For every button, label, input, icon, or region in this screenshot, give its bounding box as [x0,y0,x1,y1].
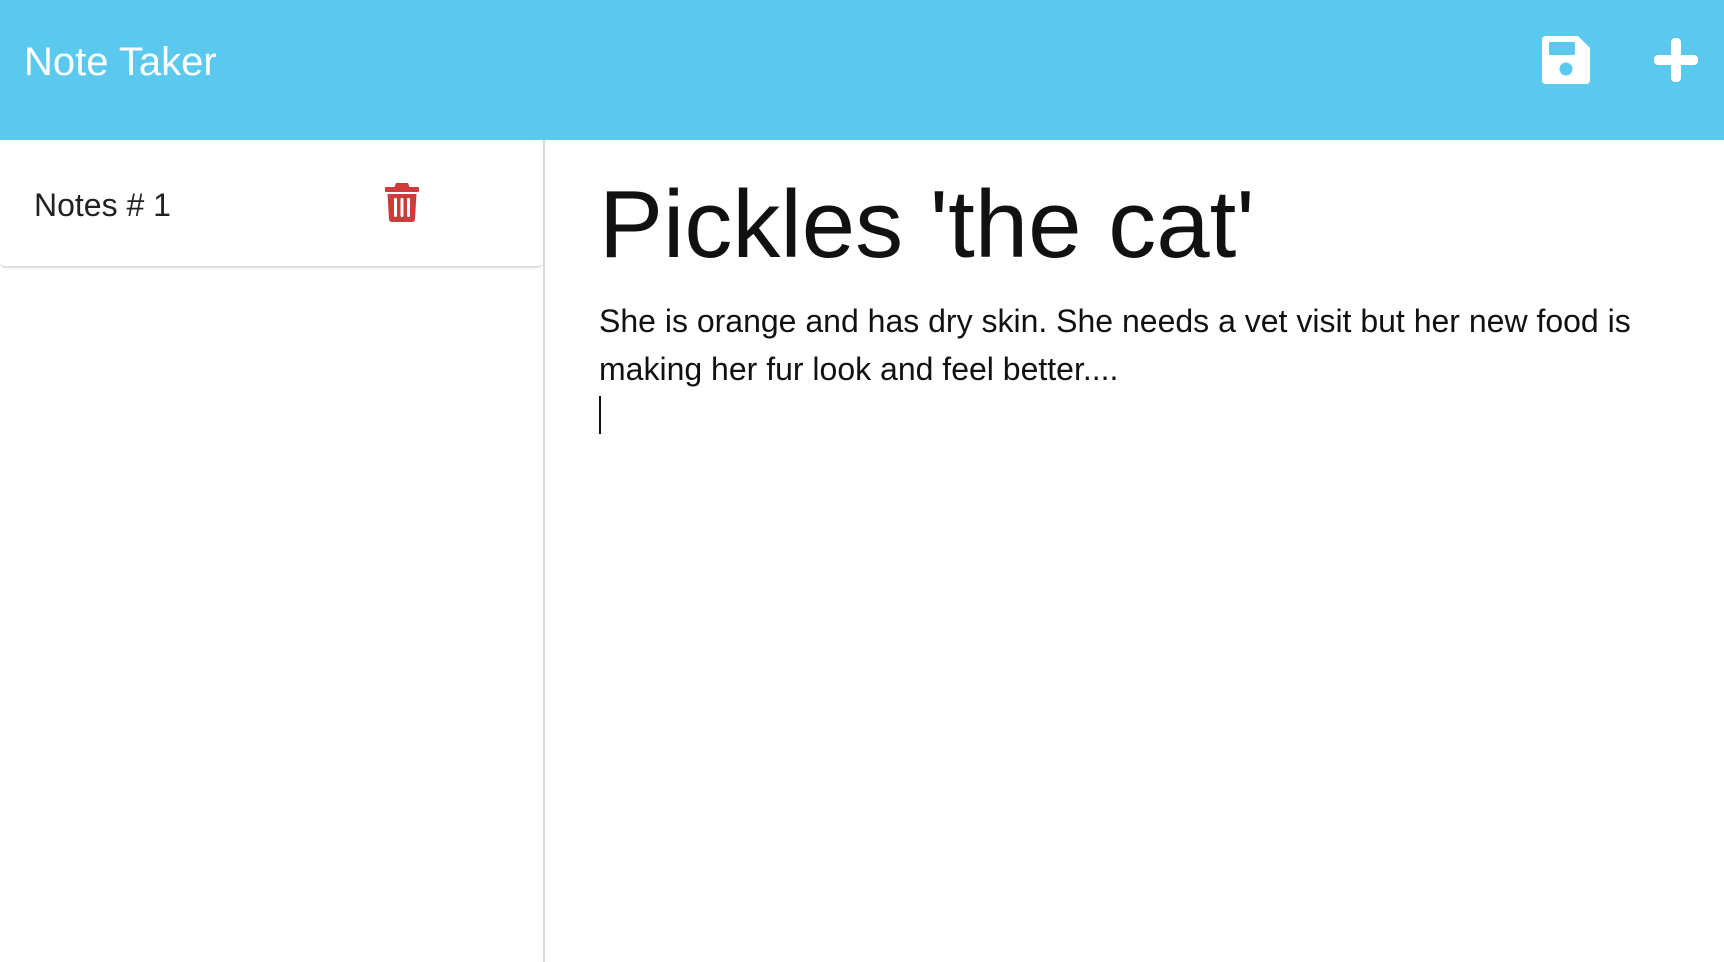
app-brand[interactable]: Note Taker [24,38,217,86]
note-title-input[interactable]: Pickles 'the cat' [599,170,1699,280]
save-note-button[interactable] [1538,32,1594,88]
note-editor: Pickles 'the cat' She is orange and has … [547,140,1724,962]
note-list-item[interactable]: Notes # 1 [0,140,543,268]
note-list-item-title[interactable]: Notes # 1 [34,185,171,225]
new-note-button[interactable] [1648,32,1704,88]
navbar: Note Taker [0,0,1724,140]
delete-note-button[interactable] [384,181,420,223]
note-body-textarea[interactable]: She is orange and has dry skin. She need… [599,297,1689,393]
plus-icon [1654,38,1698,82]
trash-icon [385,183,419,222]
text-cursor [599,396,601,434]
notes-sidebar: Notes # 1 [0,140,545,962]
floppy-disk-icon [1542,36,1590,84]
